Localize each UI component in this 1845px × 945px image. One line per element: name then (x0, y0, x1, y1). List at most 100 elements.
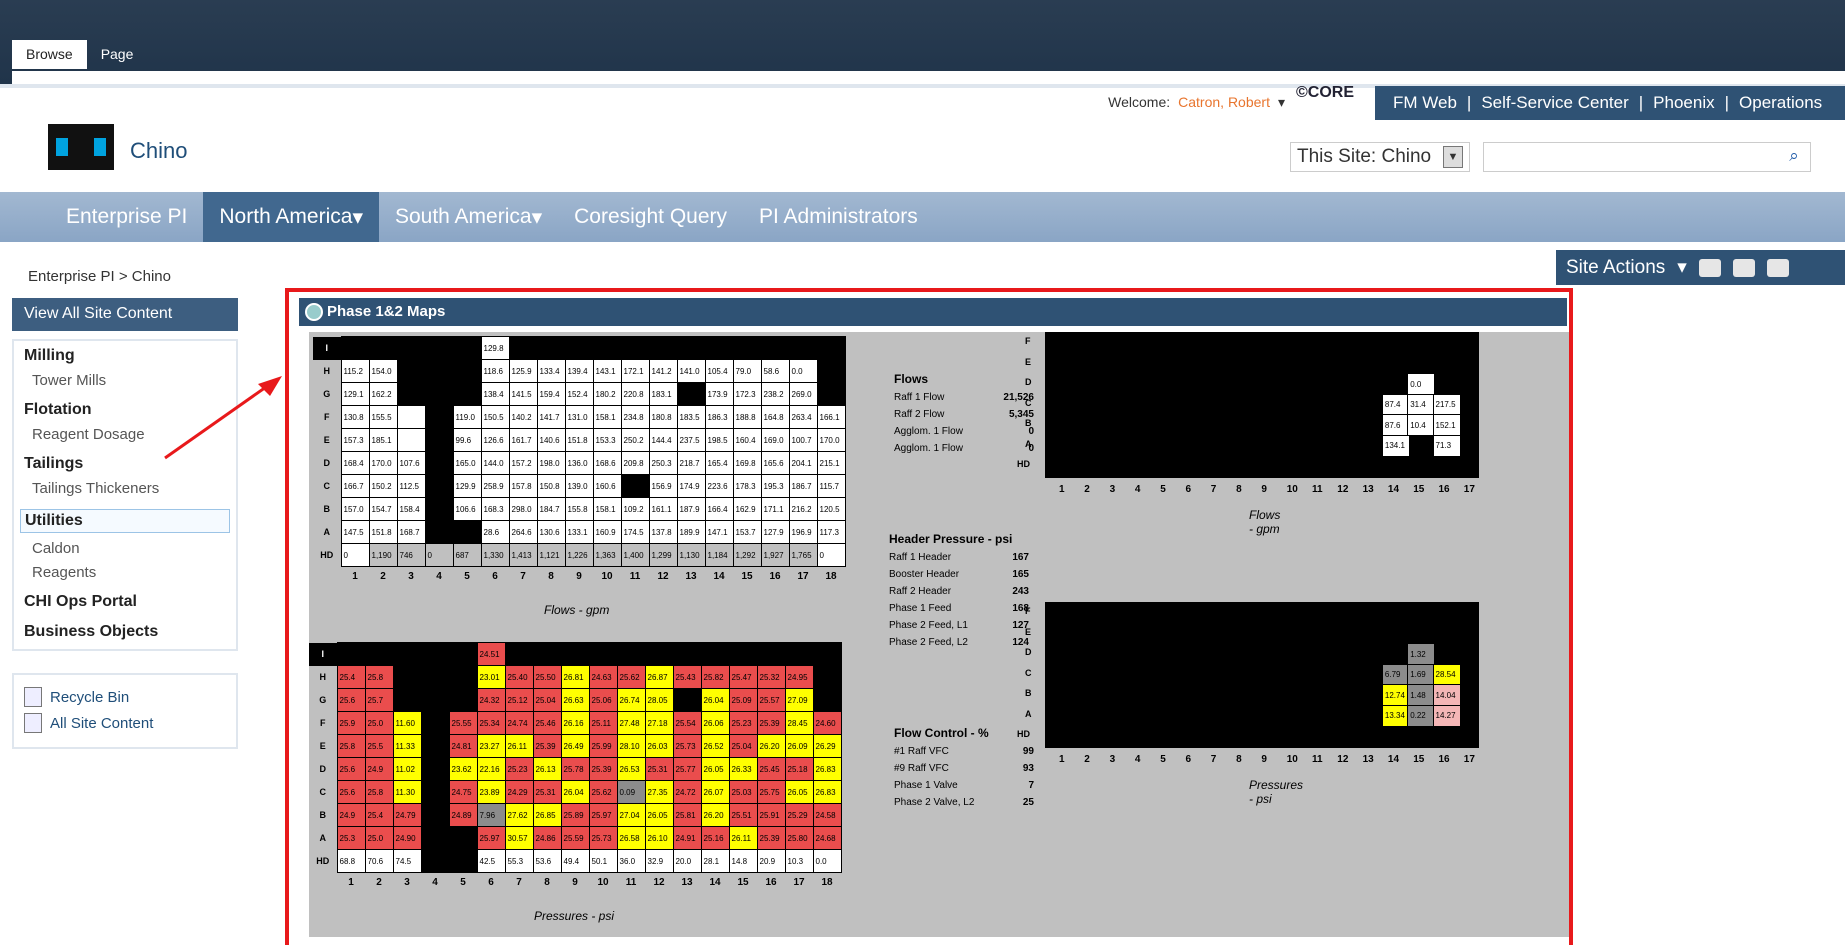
global-link[interactable]: Self-Service Center (1481, 93, 1628, 113)
all-site-content-link[interactable]: All Site Content (24, 713, 226, 733)
grid-cell: 188.8 (732, 405, 762, 429)
grid-cell: 28.54 (1432, 663, 1461, 686)
grid-cell: 25.47 (728, 665, 758, 689)
tab-page[interactable]: Page (87, 40, 148, 69)
column-label: 1 (348, 877, 354, 889)
column-label: 4 (1134, 754, 1141, 765)
navigate-up-icon[interactable] (1698, 258, 1721, 277)
grid-row: C 25.6 25.8 11.30 24.75 23.89 24.29 25.31 26.04 2… (309, 780, 842, 804)
grid-cell: 1,130 (676, 543, 706, 567)
column-label: 14 (709, 877, 721, 889)
topnav-item[interactable]: Enterprise PI (50, 192, 203, 242)
chevron-down-icon[interactable]: ▼ (1443, 146, 1463, 168)
grid-row: A 147.5 151.8 168.7 28.6 264.6 130.6 133.1 160.9… (313, 520, 846, 544)
site-title[interactable]: Chino (130, 138, 187, 164)
grid-cell: 23.01 (476, 665, 506, 689)
column-label: 5 (1160, 484, 1166, 495)
grid-cell (448, 688, 478, 712)
grid-cell: 25.6 (336, 757, 366, 781)
grid-cell: 12.74 (1381, 684, 1410, 706)
grid-cell: 7.96 (476, 803, 506, 827)
quick-launch-heading[interactable]: CHI Ops Portal (24, 593, 226, 611)
grid-cell (396, 359, 426, 383)
grid-cell: 220.8 (620, 382, 650, 406)
search-scope-select[interactable]: This Site: Chino ▼ (1290, 142, 1470, 172)
panel-row-label: Raff 1 Flow (894, 392, 945, 403)
grid-cell: 26.52 (700, 734, 730, 758)
grid-cell: 1,292 (732, 543, 762, 567)
quick-launch-item[interactable]: Reagent Dosage (32, 426, 226, 443)
quick-launch-heading[interactable]: Tailings (24, 455, 226, 473)
view-all-site-content[interactable]: View All Site Content (12, 298, 238, 331)
grid-cell: 269.0 (788, 382, 818, 406)
welcome-menu[interactable]: Welcome: Catron, Robert ▾ (1108, 94, 1285, 111)
grid-cell: 195.3 (760, 474, 790, 498)
grid-cell: 68.8 (336, 849, 366, 873)
search-scope-value: This Site: Chino (1297, 146, 1432, 167)
grid-cell: 25.50 (532, 665, 562, 689)
grid-cell: 79.0 (732, 359, 762, 383)
grid-cell: 250.2 (620, 428, 650, 452)
search-icon[interactable]: ⌕ (1782, 146, 1806, 168)
core-logo[interactable]: ©CORE (1296, 84, 1354, 102)
quick-launch-item[interactable]: Caldon (32, 540, 226, 557)
grid-cell: 158.1 (592, 405, 622, 429)
grid-row: A 25.3 25.0 24.90 25.97 30.57 24.86 25.59 25.73 2… (309, 826, 842, 850)
grid-cell: 10.4 (1407, 414, 1436, 436)
grid-cell (616, 642, 646, 666)
search-input[interactable] (1483, 142, 1811, 172)
grid-cell: 137.8 (648, 520, 678, 544)
quick-launch-heading[interactable]: Flotation (24, 401, 226, 419)
topnav-item[interactable]: Coresight Query (558, 192, 743, 242)
grid-cell (396, 428, 426, 452)
grid-cell: 134.1 (1381, 434, 1410, 457)
recycle-bin-link[interactable]: Recycle Bin (24, 687, 226, 707)
panel-heading: Header Pressure - psi (889, 532, 1013, 546)
grid-cell (536, 336, 566, 360)
tag-icon[interactable] (1732, 258, 1755, 277)
column-labels: 1 2 3 4 5 6 7 8 9 10 11 12 13 14 15 16 17 18 (313, 567, 845, 587)
topnav-item[interactable]: North America ▾ (203, 192, 379, 242)
global-link[interactable]: FM Web (1393, 93, 1457, 113)
quick-launch-heading[interactable]: Utilities (20, 509, 230, 533)
grid-cell: 1,226 (564, 543, 594, 567)
grid-cell: 25.89 (560, 803, 590, 827)
grid-cell: 118.6 (480, 359, 510, 383)
grid-cell: 25.0 (364, 711, 394, 735)
grid-cell: 141.2 (648, 359, 678, 383)
grid-cell: 26.53 (616, 757, 646, 781)
grid-cell (620, 336, 650, 360)
quick-launch-item[interactable]: Tailings Thickeners (32, 480, 226, 497)
grid-cell (788, 336, 818, 360)
tab-browse[interactable]: Browse (12, 40, 87, 69)
grid-cell: 26.63 (560, 688, 590, 712)
user-name[interactable]: Catron, Robert (1178, 94, 1270, 111)
notes-icon[interactable] (1766, 258, 1789, 277)
global-link[interactable]: Phoenix (1653, 93, 1714, 113)
grid-cell: 0.0 (812, 849, 842, 873)
row-label: A (323, 527, 331, 537)
global-link[interactable]: Operations (1739, 93, 1822, 113)
breadcrumb[interactable]: Enterprise PI > Chino (28, 268, 171, 285)
grid-cell: 25.78 (560, 757, 590, 781)
chevron-down-icon[interactable]: ▾ (1278, 94, 1285, 111)
topnav-item[interactable]: South America ▾ (379, 192, 558, 242)
quick-launch-item[interactable]: Reagents (32, 564, 226, 581)
topnav-item[interactable]: PI Administrators (743, 192, 934, 242)
grid-cell: 49.4 (560, 849, 590, 873)
site-logo[interactable] (48, 124, 114, 170)
grid-cell (420, 780, 450, 804)
quick-launch-heading[interactable]: Business Objects (24, 623, 226, 641)
grid-cell: 25.9 (336, 711, 366, 735)
site-actions-menu[interactable]: Site Actions ▾ (1556, 250, 1845, 285)
grid-cell: 25.31 (644, 757, 674, 781)
grid-cell: 156.9 (648, 474, 678, 498)
ribbon-tabs: Browse Page (12, 40, 147, 69)
header-pressure-panel: Header Pressure - psi Raff 1 Header 167 Boo… (889, 532, 1029, 654)
grid-cell: 26.83 (812, 780, 842, 804)
quick-launch-item[interactable]: Tower Mills (32, 372, 226, 389)
quick-launch-heading[interactable]: Milling (24, 347, 226, 365)
row-label: D (319, 764, 327, 774)
grid-row: F 25.9 25.0 11.60 25.55 25.34 24.74 25.46 26.16 2… (309, 711, 842, 735)
grid-cell: 131.0 (564, 405, 594, 429)
